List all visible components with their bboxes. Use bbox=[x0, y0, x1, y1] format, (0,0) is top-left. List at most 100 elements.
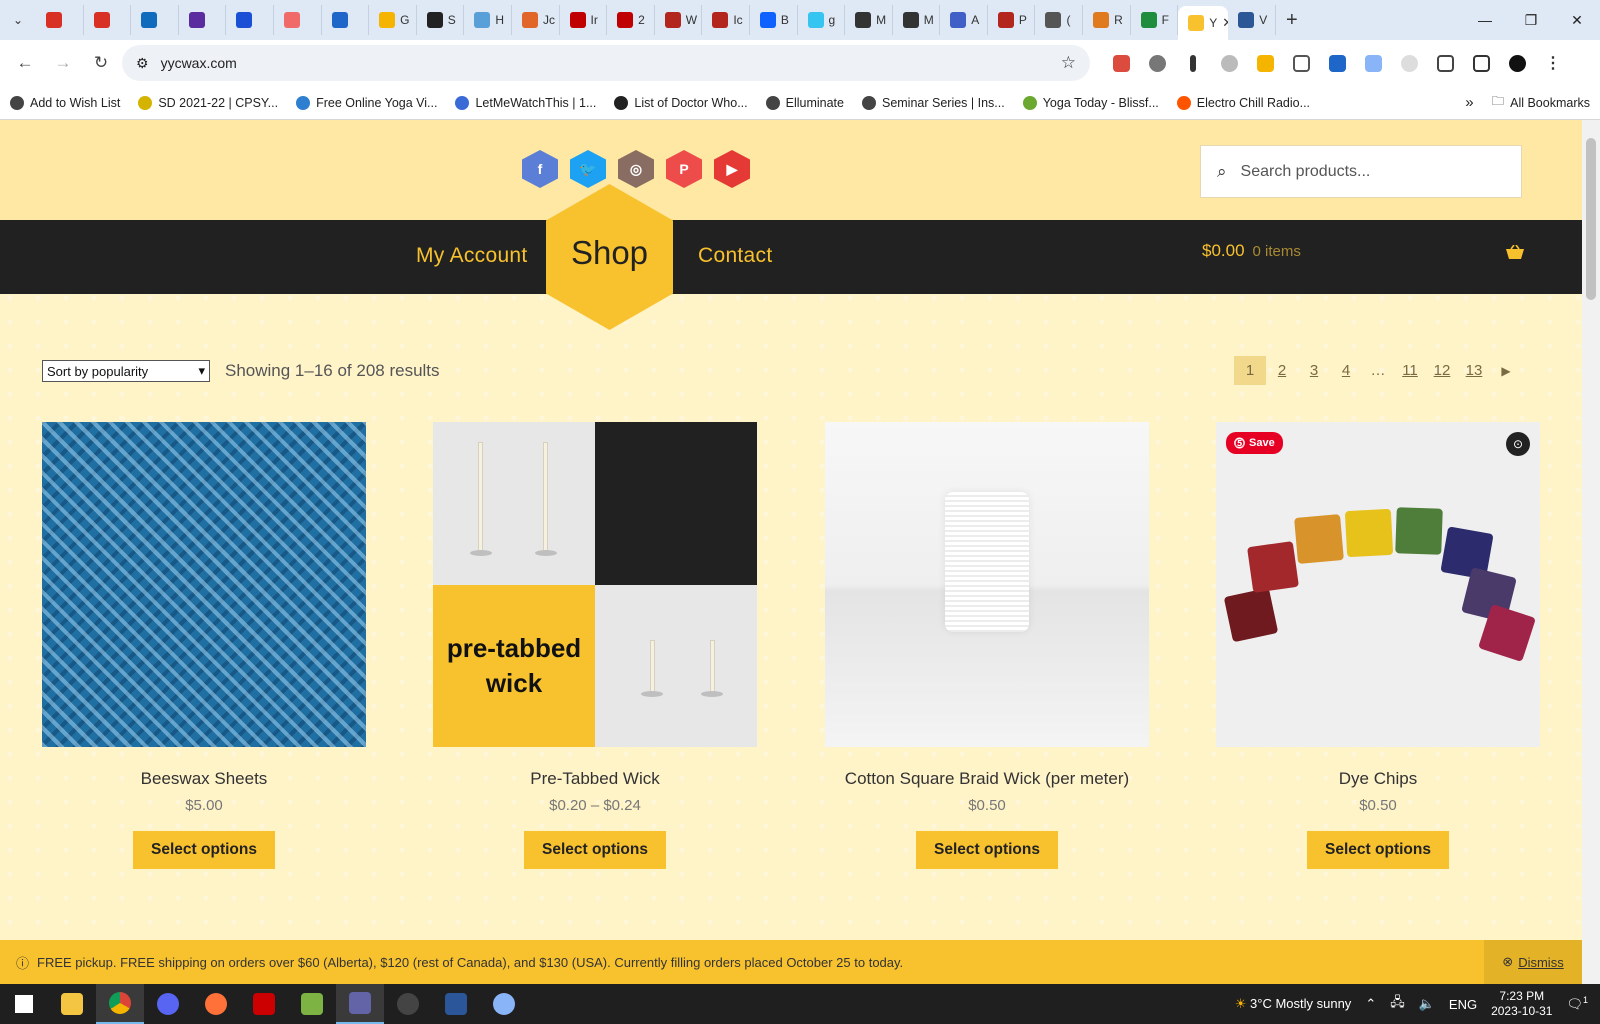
tab[interactable]: P bbox=[988, 5, 1036, 35]
adblock-extension-icon[interactable] bbox=[1214, 48, 1244, 78]
volume-icon[interactable]: 🔈 bbox=[1419, 996, 1435, 1012]
file-explorer-icon[interactable] bbox=[48, 984, 96, 1024]
pagination-next-icon[interactable]: ▶ bbox=[1490, 356, 1522, 385]
language-indicator[interactable]: ENG bbox=[1449, 997, 1477, 1012]
bookmarks-overflow-icon[interactable]: » bbox=[1465, 94, 1473, 111]
pagination-link[interactable]: 13 bbox=[1458, 356, 1490, 385]
bookmark-star-icon[interactable]: ☆ bbox=[1061, 53, 1076, 73]
paint-icon[interactable] bbox=[480, 984, 528, 1024]
tab[interactable]: F bbox=[1131, 5, 1179, 35]
notes-extension-icon[interactable] bbox=[1250, 48, 1280, 78]
tab[interactable]: 2 bbox=[607, 5, 655, 35]
tab[interactable]: G bbox=[369, 5, 417, 35]
forward-button[interactable]: → bbox=[46, 46, 80, 80]
tab[interactable]: M bbox=[845, 5, 893, 35]
page-scrollbar[interactable] bbox=[1582, 120, 1600, 984]
pagination-link[interactable]: 11 bbox=[1394, 356, 1426, 385]
menu-kebab-icon[interactable]: ⋮ bbox=[1538, 48, 1568, 78]
tab[interactable]: R bbox=[1083, 5, 1131, 35]
firefox-icon[interactable] bbox=[192, 984, 240, 1024]
tab[interactable] bbox=[179, 5, 227, 35]
close-window-icon[interactable]: ✕ bbox=[1554, 0, 1600, 40]
acrobat-icon[interactable] bbox=[240, 984, 288, 1024]
product-image-beeswax-sheets[interactable] bbox=[42, 422, 366, 747]
tab[interactable]: S bbox=[417, 5, 465, 35]
bookmark-item[interactable]: SD 2021-22 | CPSY... bbox=[138, 95, 278, 110]
sort-select[interactable]: Sort by popularity ▾ bbox=[42, 360, 210, 382]
eyedropper-extension-icon[interactable] bbox=[1178, 48, 1208, 78]
bookmark-item[interactable]: Add to Wish List bbox=[10, 95, 120, 110]
new-tab-button[interactable]: + bbox=[1276, 9, 1308, 32]
tab[interactable]: Ic bbox=[702, 5, 750, 35]
all-bookmarks-button[interactable]: 🗀 All Bookmarks bbox=[1492, 92, 1590, 113]
tab[interactable] bbox=[131, 5, 179, 35]
nav-my-account[interactable]: My Account bbox=[416, 244, 528, 268]
tab[interactable] bbox=[322, 5, 370, 35]
tab[interactable]: ( bbox=[1035, 5, 1084, 35]
network-icon[interactable]: 🖧 bbox=[1390, 993, 1405, 1015]
site-info-icon[interactable]: ⚙ bbox=[136, 55, 149, 72]
product-name[interactable]: Cotton Square Braid Wick (per meter) bbox=[825, 769, 1149, 789]
basket-icon[interactable] bbox=[1506, 245, 1524, 259]
select-options-button[interactable]: Select options bbox=[1307, 831, 1449, 869]
back-button[interactable]: ← bbox=[8, 46, 42, 80]
product-name[interactable]: Dye Chips bbox=[1216, 769, 1540, 789]
pagination-link[interactable]: 4 bbox=[1330, 356, 1362, 385]
cart-summary[interactable]: $0.00 0 items bbox=[1202, 241, 1301, 261]
tab[interactable] bbox=[84, 5, 132, 35]
bookmark-item[interactable]: Free Online Yoga Vi... bbox=[296, 95, 437, 110]
docs-extension-icon[interactable] bbox=[1358, 48, 1388, 78]
notepad-plus-icon[interactable] bbox=[288, 984, 336, 1024]
pagination-link[interactable]: 12 bbox=[1426, 356, 1458, 385]
product-image-dye-chips[interactable]: ⓹ Save ⊙ bbox=[1216, 422, 1540, 747]
restore-icon[interactable]: ❐ bbox=[1508, 0, 1554, 40]
product-image-cotton-wick[interactable] bbox=[825, 422, 1149, 747]
tab[interactable]: A bbox=[940, 5, 988, 35]
dismiss-button[interactable]: ⊗ Dismiss bbox=[1484, 940, 1582, 984]
pinterest-save-button[interactable]: ⓹ Save bbox=[1226, 432, 1283, 454]
visual-search-icon[interactable]: ⊙ bbox=[1506, 432, 1530, 456]
select-options-button[interactable]: Select options bbox=[133, 831, 275, 869]
obs-icon[interactable] bbox=[384, 984, 432, 1024]
reload-button[interactable]: ↻ bbox=[84, 46, 118, 80]
bookmark-item[interactable]: LetMeWatchThis | 1... bbox=[455, 95, 596, 110]
grid-extension-icon[interactable] bbox=[1286, 48, 1316, 78]
tab[interactable]: M bbox=[893, 5, 941, 35]
profile-avatar-icon[interactable] bbox=[1502, 48, 1532, 78]
scrollbar-thumb[interactable] bbox=[1586, 138, 1596, 300]
bookmark-item[interactable]: Electro Chill Radio... bbox=[1176, 95, 1310, 110]
notification-center-icon[interactable]: 🗨1 bbox=[1566, 995, 1588, 1012]
bookmark-item[interactable]: Yoga Today - Blissf... bbox=[1022, 95, 1159, 110]
tab[interactable] bbox=[36, 5, 84, 35]
bookmark-item[interactable]: List of Doctor Who... bbox=[614, 95, 748, 110]
select-options-button[interactable]: Select options bbox=[524, 831, 666, 869]
side-panel-icon[interactable] bbox=[1466, 48, 1496, 78]
youtube-icon[interactable]: ▶ bbox=[714, 150, 750, 188]
teams-icon[interactable] bbox=[336, 984, 384, 1024]
facebook-icon[interactable]: f bbox=[522, 150, 558, 188]
product-search-input[interactable]: ⌕ Search products... bbox=[1200, 145, 1522, 198]
vimeo-extension-icon[interactable] bbox=[1322, 48, 1352, 78]
address-bar[interactable]: ⚙ yycwax.com ☆ bbox=[122, 45, 1090, 81]
url-text[interactable]: yycwax.com bbox=[161, 55, 237, 71]
tab[interactable]: B bbox=[750, 5, 798, 35]
tab[interactable] bbox=[274, 5, 322, 35]
windows-start-icon[interactable] bbox=[0, 984, 48, 1024]
reader-extension-icon[interactable] bbox=[1394, 48, 1424, 78]
tab[interactable]: g bbox=[798, 5, 846, 35]
minimize-icon[interactable]: — bbox=[1462, 0, 1508, 40]
discord-icon[interactable] bbox=[144, 984, 192, 1024]
bookmark-item[interactable]: Elluminate bbox=[765, 95, 844, 110]
tab[interactable]: Ir bbox=[560, 5, 608, 35]
select-options-button[interactable]: Select options bbox=[916, 831, 1058, 869]
nav-contact[interactable]: Contact bbox=[698, 244, 772, 268]
instagram-icon[interactable]: ◎ bbox=[618, 150, 654, 188]
product-image-pre-tabbed-wick[interactable]: pre-tabbed wick bbox=[433, 422, 757, 747]
tray-chevron-icon[interactable]: ⌃ bbox=[1365, 996, 1376, 1012]
product-name[interactable]: Pre-Tabbed Wick bbox=[433, 769, 757, 789]
bookmark-item[interactable]: Seminar Series | Ins... bbox=[861, 95, 1005, 110]
twitter-icon[interactable]: 🐦 bbox=[570, 150, 606, 188]
todoist-extension-icon[interactable] bbox=[1106, 48, 1136, 78]
pinterest-icon[interactable]: P bbox=[666, 150, 702, 188]
tab-search-button[interactable]: ⌄ bbox=[0, 0, 36, 40]
